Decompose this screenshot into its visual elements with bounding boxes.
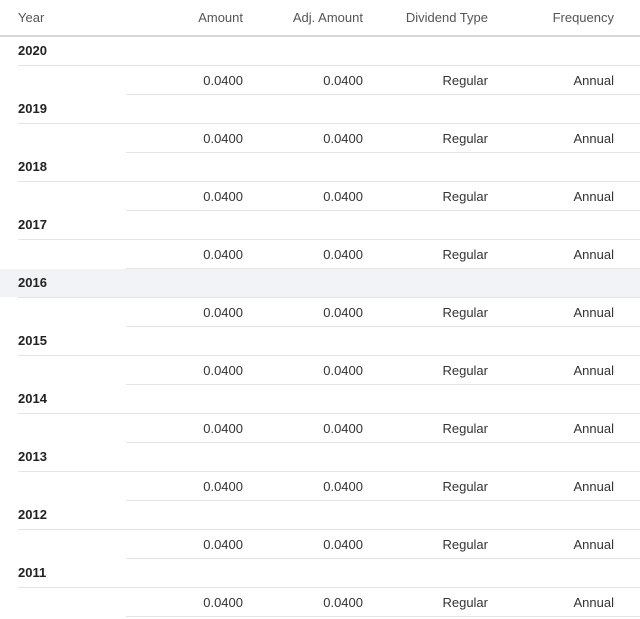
year-group: 2019 0.0400 0.0400 Regular Annual (0, 95, 640, 153)
year-label: 2017 (18, 217, 47, 232)
amount-cell: 0.0400 (203, 479, 243, 494)
adj-amount-cell: 0.0400 (323, 363, 363, 378)
dividend-type-cell: Regular (442, 595, 488, 610)
table-row: 0.0400 0.0400 Regular Annual (0, 298, 640, 327)
adj-amount-cell: 0.0400 (323, 537, 363, 552)
dividend-type-cell: Regular (442, 479, 488, 494)
dividend-type-cell: Regular (442, 247, 488, 262)
adj-amount-cell: 0.0400 (323, 73, 363, 88)
table-row: 0.0400 0.0400 Regular Annual (0, 530, 640, 559)
year-label: 2020 (18, 43, 47, 58)
table-row: 0.0400 0.0400 Regular Annual (0, 66, 640, 95)
dividend-type-cell: Regular (442, 363, 488, 378)
year-row[interactable]: 2012 (0, 501, 640, 530)
year-label: 2014 (18, 391, 47, 406)
amount-cell: 0.0400 (203, 247, 243, 262)
year-row[interactable]: 2014 (0, 385, 640, 414)
year-group: 2015 0.0400 0.0400 Regular Annual (0, 327, 640, 385)
frequency-cell: Annual (573, 363, 614, 378)
year-label: 2013 (18, 449, 47, 464)
amount-cell: 0.0400 (203, 73, 243, 88)
dividend-type-cell: Regular (442, 421, 488, 436)
year-row[interactable]: 2013 (0, 443, 640, 472)
table-row: 0.0400 0.0400 Regular Annual (0, 240, 640, 269)
table-body: 2020 0.0400 0.0400 Regular Annual 2019 0.0400 0… (0, 37, 640, 617)
table-row: 0.0400 0.0400 Regular Annual (0, 182, 640, 211)
frequency-cell: Annual (573, 189, 614, 204)
year-row[interactable]: 2019 (0, 95, 640, 124)
year-group: 2017 0.0400 0.0400 Regular Annual (0, 211, 640, 269)
year-group: 2018 0.0400 0.0400 Regular Annual (0, 153, 640, 211)
dividend-type-cell: Regular (442, 189, 488, 204)
table-row: 0.0400 0.0400 Regular Annual (0, 472, 640, 501)
year-label: 2012 (18, 507, 47, 522)
column-header-dividend-type[interactable]: Dividend Type (406, 10, 488, 25)
amount-cell: 0.0400 (203, 305, 243, 320)
frequency-cell: Annual (573, 595, 614, 610)
year-group: 2016 0.0400 0.0400 Regular Annual (0, 269, 640, 327)
dividend-type-cell: Regular (442, 73, 488, 88)
year-group: 2014 0.0400 0.0400 Regular Annual (0, 385, 640, 443)
year-label: 2015 (18, 333, 47, 348)
frequency-cell: Annual (573, 305, 614, 320)
table-header: Year Amount Adj. Amount Dividend Type Fr… (0, 0, 640, 37)
year-label: 2011 (18, 565, 47, 580)
column-header-year[interactable]: Year (18, 10, 44, 25)
table-row: 0.0400 0.0400 Regular Annual (0, 588, 640, 617)
frequency-cell: Annual (573, 131, 614, 146)
adj-amount-cell: 0.0400 (323, 305, 363, 320)
year-row[interactable]: 2011 (0, 559, 640, 588)
amount-cell: 0.0400 (203, 595, 243, 610)
adj-amount-cell: 0.0400 (323, 131, 363, 146)
adj-amount-cell: 0.0400 (323, 421, 363, 436)
dividend-type-cell: Regular (442, 305, 488, 320)
column-header-amount[interactable]: Amount (198, 10, 243, 25)
amount-cell: 0.0400 (203, 421, 243, 436)
year-group: 2020 0.0400 0.0400 Regular Annual (0, 37, 640, 95)
column-header-frequency[interactable]: Frequency (553, 10, 614, 25)
frequency-cell: Annual (573, 247, 614, 262)
table-row: 0.0400 0.0400 Regular Annual (0, 414, 640, 443)
column-header-adj-amount[interactable]: Adj. Amount (293, 10, 363, 25)
year-row[interactable]: 2016 (0, 269, 640, 298)
year-group: 2011 0.0400 0.0400 Regular Annual (0, 559, 640, 617)
year-group: 2013 0.0400 0.0400 Regular Annual (0, 443, 640, 501)
year-row[interactable]: 2015 (0, 327, 640, 356)
adj-amount-cell: 0.0400 (323, 189, 363, 204)
year-label: 2019 (18, 101, 47, 116)
year-row[interactable]: 2017 (0, 211, 640, 240)
dividend-type-cell: Regular (442, 537, 488, 552)
amount-cell: 0.0400 (203, 363, 243, 378)
table-row: 0.0400 0.0400 Regular Annual (0, 356, 640, 385)
frequency-cell: Annual (573, 537, 614, 552)
frequency-cell: Annual (573, 73, 614, 88)
amount-cell: 0.0400 (203, 537, 243, 552)
year-group: 2012 0.0400 0.0400 Regular Annual (0, 501, 640, 559)
year-label: 2016 (18, 275, 47, 290)
year-label: 2018 (18, 159, 47, 174)
adj-amount-cell: 0.0400 (323, 595, 363, 610)
table-row: 0.0400 0.0400 Regular Annual (0, 124, 640, 153)
dividend-type-cell: Regular (442, 131, 488, 146)
dividend-history-table: Year Amount Adj. Amount Dividend Type Fr… (0, 0, 640, 617)
row-divider (126, 616, 640, 617)
year-row[interactable]: 2018 (0, 153, 640, 182)
adj-amount-cell: 0.0400 (323, 479, 363, 494)
frequency-cell: Annual (573, 479, 614, 494)
frequency-cell: Annual (573, 421, 614, 436)
amount-cell: 0.0400 (203, 131, 243, 146)
year-row[interactable]: 2020 (0, 37, 640, 66)
adj-amount-cell: 0.0400 (323, 247, 363, 262)
amount-cell: 0.0400 (203, 189, 243, 204)
